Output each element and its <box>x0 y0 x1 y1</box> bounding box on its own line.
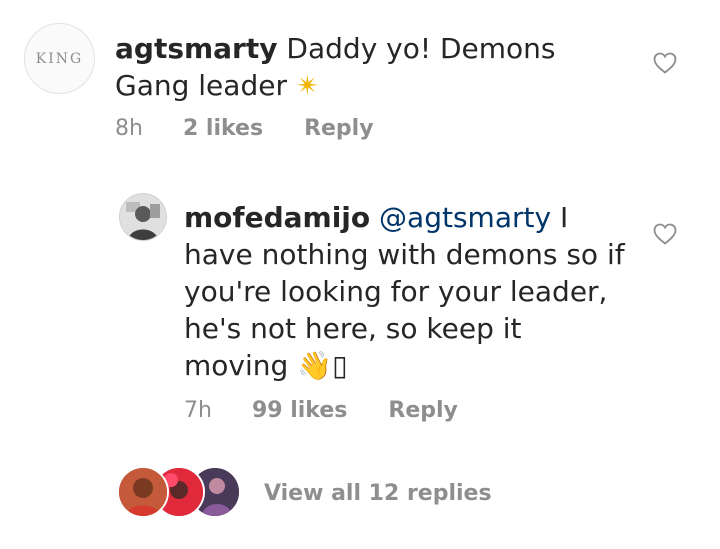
reply-body: mofedamijo @agtsmarty I have nothing wit… <box>184 199 634 384</box>
waving-hand-emoji: 👋 <box>297 349 333 382</box>
reply-reply-button[interactable]: Reply <box>388 398 458 423</box>
view-all-replies-button[interactable]: View all 12 replies <box>264 481 492 506</box>
reply-meta: 7h 99 likes Reply <box>184 398 458 423</box>
heart-icon[interactable] <box>653 52 677 74</box>
reply-username[interactable]: mofedamijo <box>184 201 370 234</box>
reply-likes[interactable]: 99 likes <box>252 398 347 423</box>
comment-username[interactable]: agtsmarty <box>115 32 278 65</box>
reply-mention[interactable]: @agtsmarty <box>379 201 551 234</box>
replier-avatar <box>117 466 169 518</box>
reply-time: 7h <box>184 398 212 423</box>
replier-photo <box>119 468 167 516</box>
comment-likes[interactable]: 2 likes <box>183 116 263 141</box>
profile-photo <box>120 194 166 240</box>
avatar-agtsmarty[interactable]: KING <box>24 23 95 94</box>
avatar-mofedamijo[interactable] <box>119 193 167 241</box>
heart-icon[interactable] <box>653 223 677 245</box>
avatar-logo-text: KING <box>35 50 84 67</box>
comment-time: 8h <box>115 116 143 141</box>
missing-glyph: ▯ <box>332 349 348 382</box>
comment-reply-button[interactable]: Reply <box>304 116 374 141</box>
comment-meta: 8h 2 likes Reply <box>115 116 374 141</box>
star-emoji: ✴ <box>295 69 320 102</box>
comment-body: agtsmarty Daddy yo! Demons Gang leader ✴ <box>115 30 635 104</box>
